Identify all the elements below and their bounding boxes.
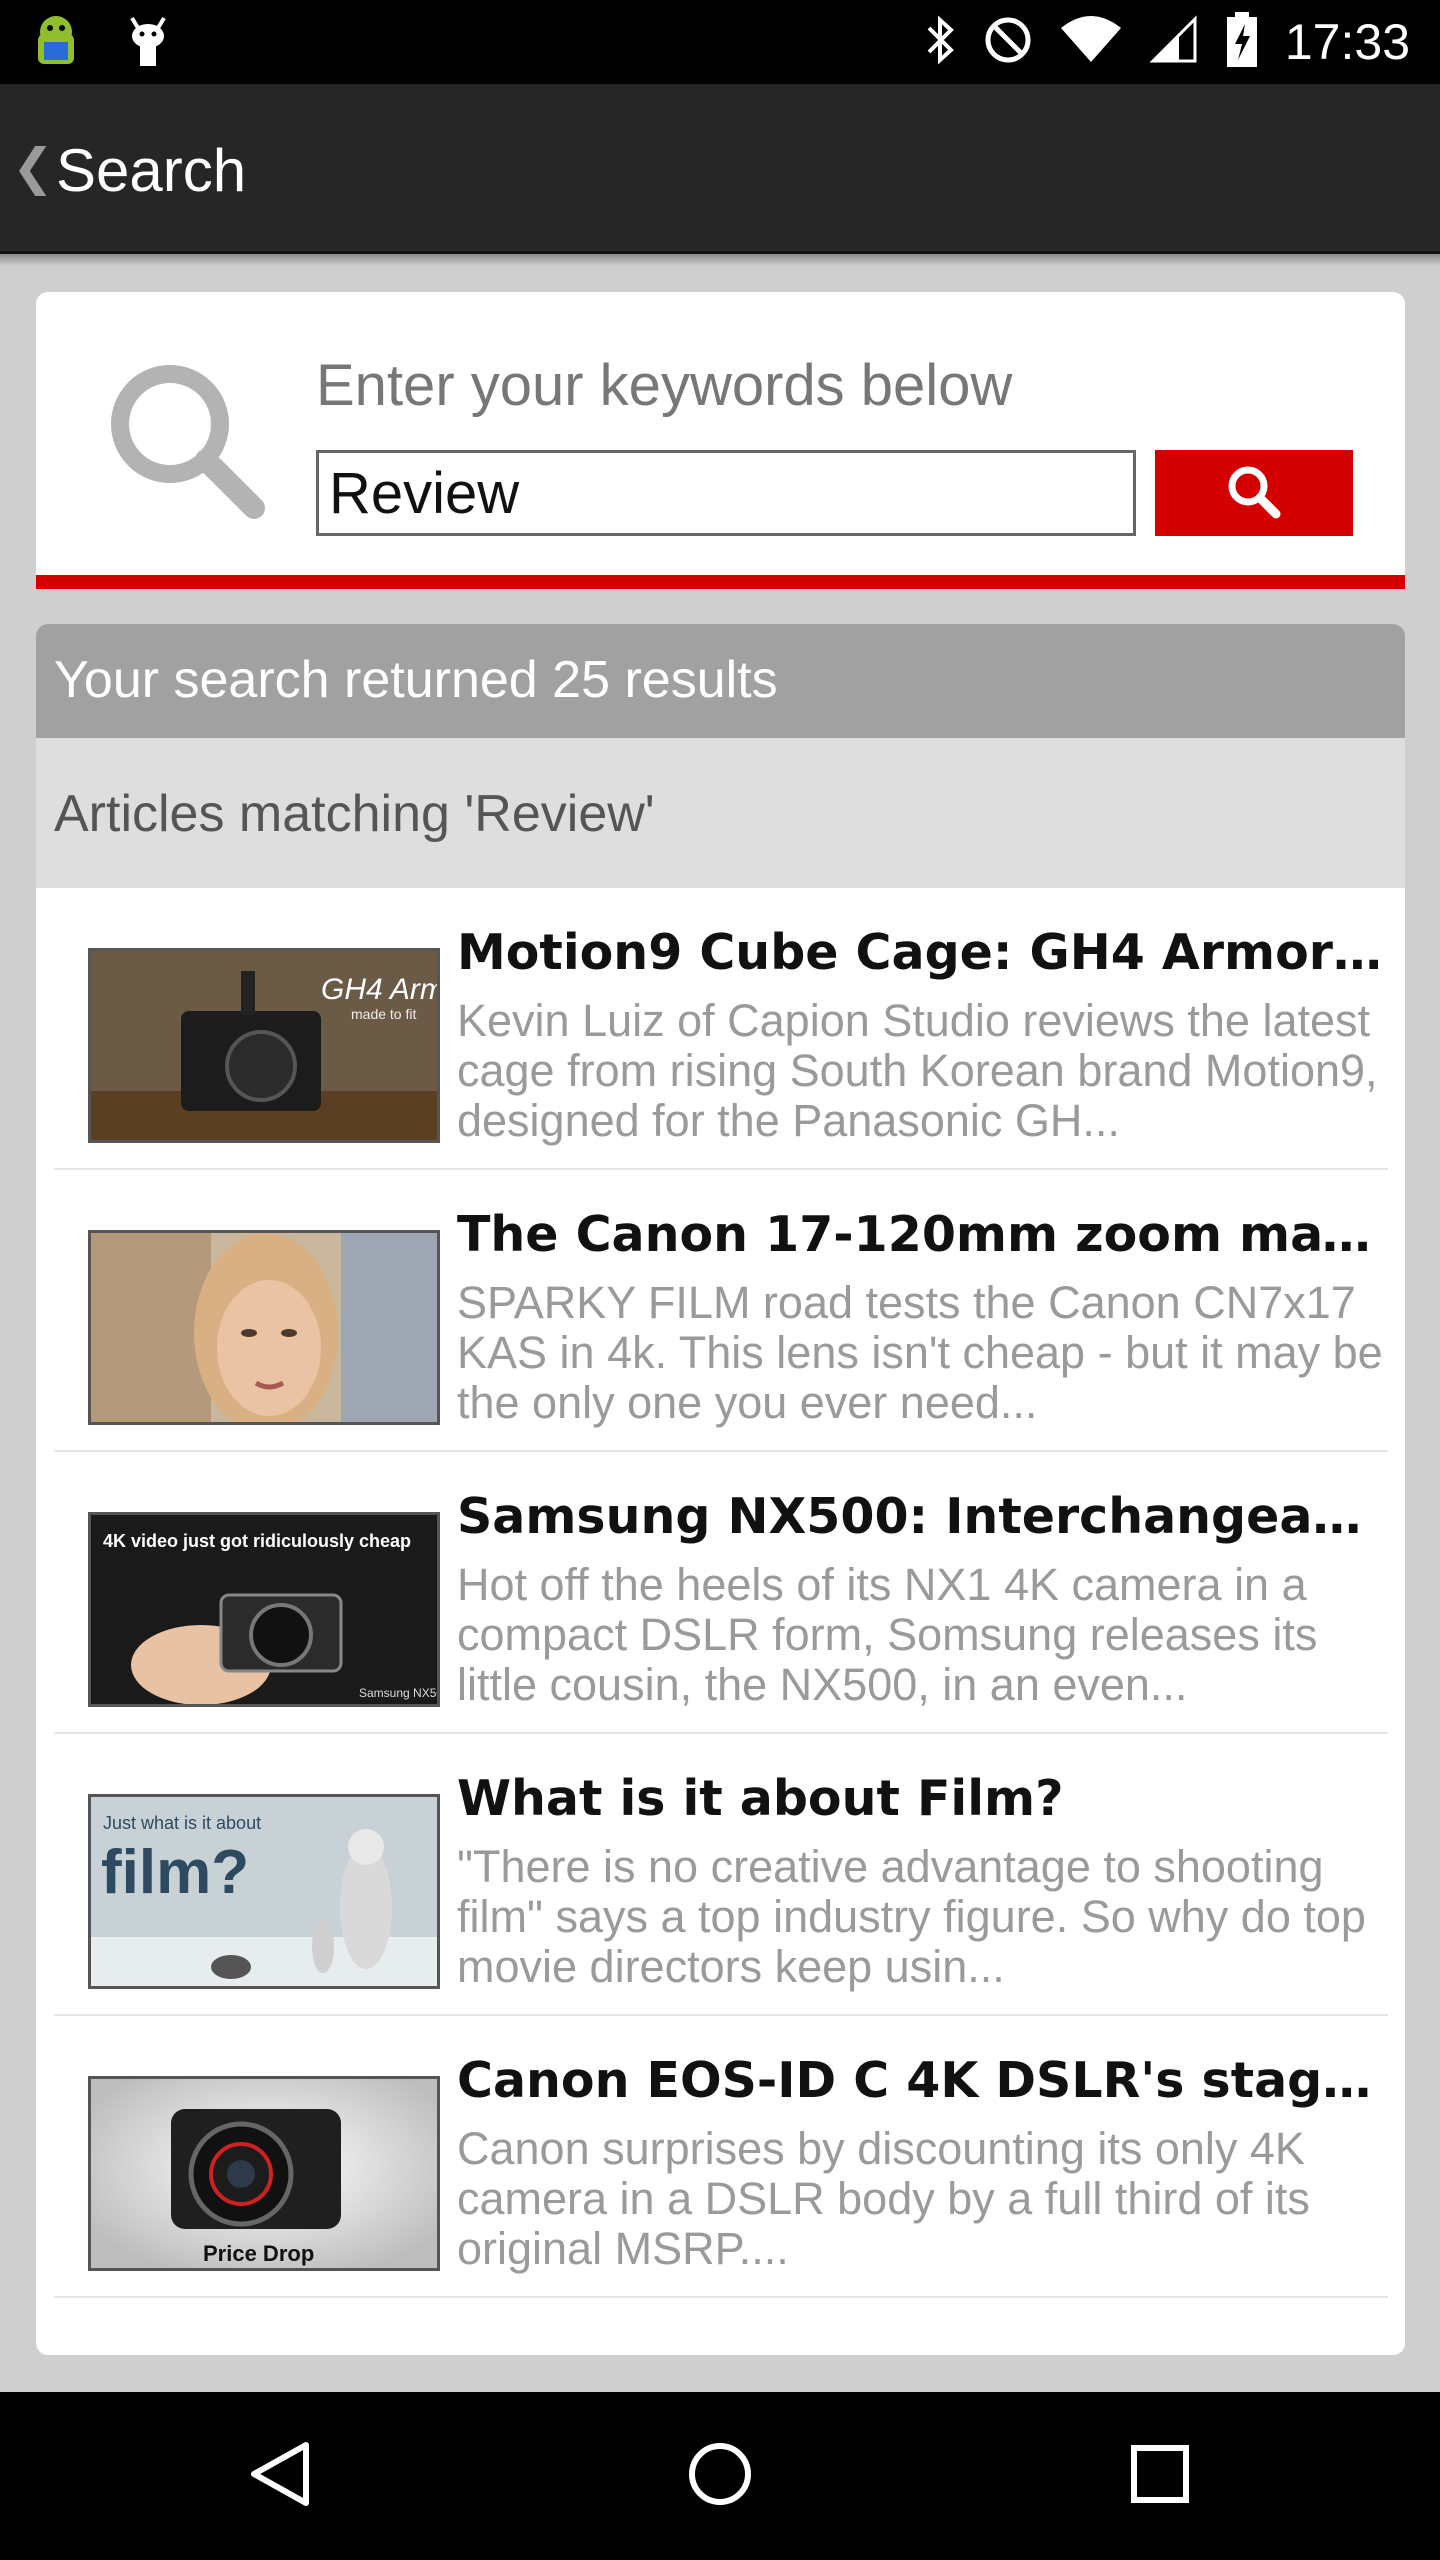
search-button[interactable] [1155,450,1353,536]
result-list: GH4 Armor made to fit Motion9 Cube Cage:… [54,888,1388,2298]
back-icon [246,2439,316,2514]
nav-home-button[interactable] [680,2436,760,2516]
search-prompt: Enter your keywords below [316,353,1013,418]
wifi-icon [1059,15,1123,69]
nav-back-button[interactable] [241,2436,321,2516]
bluetooth-icon [923,14,957,71]
thumb-text: Price Drop [203,2241,314,2266]
article-title: What is it about Film? [457,1770,1064,1827]
thumb-subtext: Samsung NX500 [359,1686,440,1700]
section-title: Articles matching 'Review' [36,738,1405,888]
action-bar-shadow [0,254,1440,266]
thumbnail-image: GH4 Armor made to fit [88,948,440,1143]
thumbnail-image: 4K video just got ridiculously cheap Sam… [88,1512,440,1707]
search-icon [1224,462,1284,525]
list-item[interactable]: 4K video just got ridiculously cheap Sam… [54,1452,1388,1734]
status-bar: 17:33 [0,0,1440,84]
search-input[interactable] [316,450,1136,536]
home-icon [685,2439,755,2514]
status-time: 17:33 [1284,14,1410,70]
battery-charging-icon [1225,11,1259,73]
article-description: "There is no creative advantage to shoot… [457,1842,1366,1992]
article-description: Kevin Luiz of Capion Studio reviews the … [457,996,1378,1146]
list-item[interactable]: Price Drop Canon EOS-ID C 4K DSLR's stag… [54,2016,1388,2298]
results-count: Your search returned 25 results [36,624,1405,738]
chevron-left-icon: ❮ [12,139,54,195]
thumb-text: GH4 Armor [321,973,440,1006]
results-card: Your search returned 25 results Articles… [36,624,1405,2355]
magnifier-icon [102,356,272,531]
list-item[interactable]: GH4 Armor made to fit Motion9 Cube Cage:… [54,888,1388,1170]
article-description: Canon surprises by discounting its only … [457,2124,1310,2274]
thumbnail-image: Just what is it about film? [88,1794,440,1989]
do-not-disturb-icon [983,15,1033,70]
action-bar: ❮ Search [0,84,1440,254]
article-title: The Canon 17-120mm zoom may b... [457,1206,1387,1263]
android-icon [126,14,170,75]
list-item[interactable]: The Canon 17-120mm zoom may b... SPARKY … [54,1170,1388,1452]
search-card: Enter your keywords below [36,292,1405,589]
thumb-subtext: film? [101,1838,249,1907]
article-description: Hot off the heels of its NX1 4K camera i… [457,1560,1318,1710]
page-title: Search [56,137,247,204]
android-debug-icon [28,12,84,77]
signal-icon [1149,14,1199,70]
thumbnail-image [88,1230,440,1425]
article-title: Motion9 Cube Cage: GH4 Armor M... [457,924,1387,981]
navigation-bar [0,2392,1440,2560]
thumb-text: Just what is it about [103,1813,261,1833]
list-item[interactable]: Just what is it about film? What is it a… [54,1734,1388,2016]
article-description: SPARKY FILM road tests the Canon CN7x17 … [457,1278,1383,1428]
thumb-subtext: made to fit [351,1006,416,1022]
article-title: Samsung NX500: Interchangeable... [457,1488,1387,1545]
nav-recents-button[interactable] [1120,2436,1200,2516]
thumbnail-image: Price Drop [88,2076,440,2271]
recents-icon [1125,2439,1195,2514]
thumb-text: 4K video just got ridiculously cheap [103,1531,411,1551]
article-title: Canon EOS-ID C 4K DSLR's stagge... [457,2052,1387,2109]
